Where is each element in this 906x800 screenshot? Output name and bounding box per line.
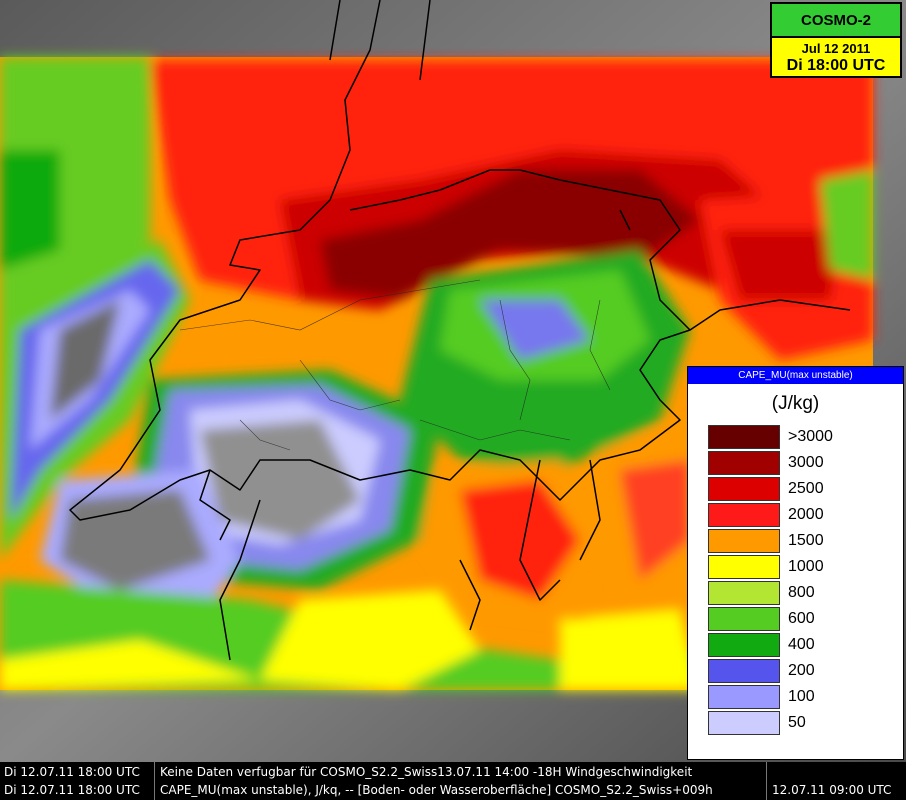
legend-label: 2500: [788, 480, 824, 497]
legend-item: 1000: [708, 555, 888, 579]
status-bar: Di 12.07.11 18:00 UTC Keine Daten verfug…: [0, 762, 906, 800]
legend-item: 200: [708, 659, 888, 683]
legend-swatch: [708, 477, 780, 501]
legend-item: 400: [708, 633, 888, 657]
legend-item: 3000: [708, 451, 888, 475]
status-row-2-run: 12.07.11 09:00 UTC: [772, 783, 892, 797]
status-row-2: Di 12.07.11 18:00 UTC CAPE_MU(max unstab…: [0, 781, 906, 799]
legend-item: 2500: [708, 477, 888, 501]
legend-swatch: [708, 529, 780, 553]
legend-item: 800: [708, 581, 888, 605]
legend-label: 200: [788, 662, 815, 679]
legend-swatch: [708, 503, 780, 527]
legend-swatch: [708, 555, 780, 579]
legend-label: 2000: [788, 506, 824, 523]
legend-label: >3000: [788, 428, 833, 445]
legend-swatch: [708, 711, 780, 735]
model-name: COSMO-2: [772, 4, 900, 38]
legend-label: 600: [788, 610, 815, 627]
legend-swatch: [708, 633, 780, 657]
forecast-info-box: COSMO-2 Jul 12 2011 Di 18:00 UTC: [770, 2, 902, 78]
status-row-2-time: Di 12.07.11 18:00 UTC: [4, 783, 140, 797]
legend-swatch: [708, 607, 780, 631]
legend-label: 800: [788, 584, 815, 601]
legend-label: 400: [788, 636, 815, 653]
legend-item: 100: [708, 685, 888, 709]
valid-time: Di 18:00 UTC: [786, 57, 886, 74]
legend-label: 50: [788, 714, 806, 731]
legend-item: 2000: [708, 503, 888, 527]
legend-item: 1500: [708, 529, 888, 553]
legend-swatch: [708, 581, 780, 605]
legend-item: 50: [708, 711, 888, 735]
legend-label: 100: [788, 688, 815, 705]
status-row-2-text: CAPE_MU(max unstable), J/kq, -- [Boden- …: [160, 783, 713, 797]
legend-title: CAPE_MU(max unstable): [688, 367, 903, 384]
legend-swatch: [708, 425, 780, 449]
status-row-1: Di 12.07.11 18:00 UTC Keine Daten verfug…: [0, 763, 906, 781]
legend-item: 600: [708, 607, 888, 631]
legend-swatch: [708, 659, 780, 683]
status-row-1-text: Keine Daten verfugbar für COSMO_S2.2_Swi…: [160, 765, 693, 779]
legend-label: 3000: [788, 454, 824, 471]
forecast-date: Jul 12 2011: [801, 41, 871, 56]
legend-label: 1500: [788, 532, 824, 549]
legend-swatch: [708, 685, 780, 709]
legend-unit: (J/kg): [771, 393, 820, 414]
legend-swatch: [708, 451, 780, 475]
color-legend: CAPE_MU(max unstable) (J/kg) >3000 3000 25…: [687, 366, 904, 760]
status-row-1-time: Di 12.07.11 18:00 UTC: [4, 765, 140, 779]
legend-label: 1000: [788, 558, 824, 575]
legend-item: >3000: [708, 425, 888, 449]
